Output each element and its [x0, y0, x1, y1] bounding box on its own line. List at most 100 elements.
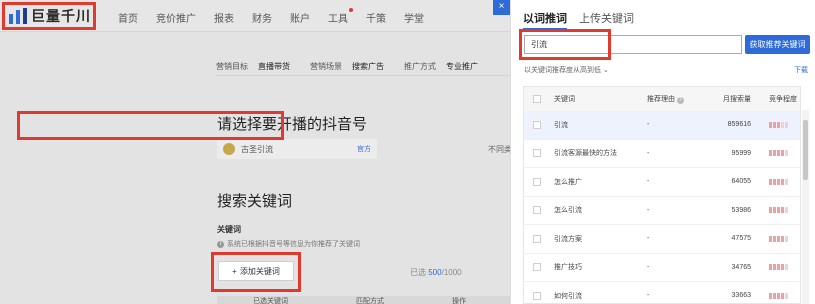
- sort-hint[interactable]: 以关键词推荐度从高到低 ⌄: [524, 65, 609, 75]
- select-all-checkbox[interactable]: [533, 95, 541, 103]
- competition-bar: [785, 292, 788, 299]
- campaign-settings-bar: 营销目标 直播带货 营销场景 搜索广告 推广方式 专业推广: [216, 58, 510, 76]
- keyword-tip: i 系统已根据抖音号等信息为你推荐了关键词: [217, 239, 360, 249]
- competition-bar: [769, 292, 772, 299]
- close-icon: ×: [498, 1, 505, 12]
- selected-total: /1000: [441, 268, 462, 277]
- add-keyword-button[interactable]: + 添加关键词: [218, 261, 294, 281]
- row-reason: -: [647, 292, 650, 300]
- table-header: 关键词 推荐理由 ? 月搜索量 竞争程度: [524, 87, 800, 111]
- row-checkbox[interactable]: [533, 149, 541, 158]
- competition-bar: [769, 207, 772, 214]
- chevron-down-icon: ⌄: [602, 67, 609, 74]
- top-navigation-bar: 巨量千川 首页 竞价推广 报表 财务 账户 工具 千策 学堂: [0, 0, 510, 32]
- nav-item-academy[interactable]: 学堂: [404, 10, 424, 25]
- row-keyword: 引流: [554, 121, 568, 129]
- header-volume: 月搜索量: [723, 96, 751, 103]
- row-volume: 64055: [731, 178, 751, 186]
- table-row[interactable]: 怎么推广 - 64055: [524, 168, 800, 197]
- search-highlight: [519, 29, 611, 60]
- competition-bar: [777, 292, 780, 299]
- competition-bar: [769, 264, 772, 271]
- info-icon: i: [217, 240, 224, 248]
- close-panel-button[interactable]: ×: [493, 0, 510, 15]
- competition-bar: [773, 150, 776, 157]
- table-scrollbar[interactable]: [802, 110, 809, 304]
- competition-bar: [777, 150, 780, 157]
- nav-item-account[interactable]: 账户: [290, 10, 310, 25]
- app-logo[interactable]: 巨量千川: [2, 2, 96, 30]
- account-avatar: [223, 143, 235, 155]
- row-keyword: 引流客源最快的方法: [554, 150, 617, 158]
- competition-meter: [769, 235, 788, 242]
- competition-meter: [769, 178, 788, 185]
- col-match-type: 匹配方式: [356, 298, 384, 304]
- row-checkbox[interactable]: [533, 120, 541, 129]
- table-row[interactable]: 引流客源最快的方法 - 95999: [524, 140, 800, 168]
- keyword-table: 关键词 推荐理由 ? 月搜索量 竞争程度 引流 - 859616 引流客源最快的方法 -…: [523, 86, 801, 304]
- col-selected-keyword: 已选关键词: [253, 298, 288, 304]
- nav-item-qiance[interactable]: 千策: [366, 10, 386, 25]
- panel-tabs: 以词推词 上传关键词: [523, 10, 634, 30]
- table-row[interactable]: 引流 - 859616: [524, 111, 800, 140]
- tab-marketing-goal[interactable]: 营销目标: [216, 58, 248, 75]
- nav-item-tools[interactable]: 工具: [328, 8, 353, 25]
- competition-bar: [781, 292, 784, 299]
- help-icon[interactable]: ?: [676, 97, 684, 104]
- row-checkbox[interactable]: [533, 206, 541, 215]
- nav-item-finance[interactable]: 财务: [252, 10, 272, 25]
- row-reason: -: [647, 235, 650, 243]
- nav-item-tools-label: 工具: [328, 14, 348, 25]
- nav-item-home[interactable]: 首页: [118, 10, 138, 25]
- competition-bar: [781, 235, 784, 242]
- tab-live-commerce[interactable]: 直播带货: [258, 58, 290, 75]
- nav-item-reports[interactable]: 报表: [214, 10, 234, 25]
- competition-bar: [785, 178, 788, 185]
- scrollbar-thumb[interactable]: [803, 120, 808, 180]
- download-link[interactable]: 下载: [794, 65, 808, 75]
- account-name: 古圣引流: [241, 144, 273, 154]
- selected-prefix: 已选: [410, 268, 426, 277]
- tab-marketing-scene[interactable]: 营销场景: [310, 58, 342, 75]
- header-reason-text: 推荐理由: [647, 96, 675, 103]
- competition-bar: [773, 235, 776, 242]
- row-reason: -: [647, 149, 650, 157]
- competition-bar: [769, 235, 772, 242]
- row-checkbox[interactable]: [533, 177, 541, 186]
- row-volume: 47575: [731, 235, 751, 243]
- table-row[interactable]: 推广技巧 - 34765: [524, 254, 800, 282]
- row-keyword: 如何引流: [554, 292, 582, 300]
- tab-upload-keywords[interactable]: 上传关键词: [579, 10, 634, 30]
- logo-text: 巨量千川: [31, 8, 91, 24]
- header-keyword: 关键词: [554, 96, 575, 103]
- row-volume: 33663: [731, 292, 751, 300]
- tab-search-ads[interactable]: 搜索广告: [352, 58, 384, 75]
- row-checkbox[interactable]: [533, 291, 541, 300]
- row-keyword: 推广技巧: [554, 264, 582, 272]
- tab-promo-method[interactable]: 推广方式: [404, 58, 436, 75]
- add-keyword-label: 添加关键词: [239, 266, 280, 276]
- account-selector[interactable]: 古圣引流 官方: [217, 139, 377, 159]
- competition-bar: [781, 207, 784, 214]
- table-row[interactable]: 引流方案 - 47575: [524, 225, 800, 254]
- logo-bars-icon: [9, 8, 27, 24]
- competition-meter: [769, 121, 788, 128]
- selected-keywords-table-header: 已选关键词 匹配方式 操作: [217, 296, 511, 304]
- row-volume: 859616: [727, 121, 751, 129]
- table-row[interactable]: 如何引流 - 33663: [524, 282, 800, 303]
- keyword-recommend-panel: 以词推词 上传关键词 获取推荐关键词 以关键词推荐度从高到低 ⌄ 下载 关键词 …: [510, 0, 815, 304]
- main-nav: 首页 竞价推广 报表 财务 账户 工具 千策 学堂: [118, 8, 442, 25]
- row-keyword: 怎么推广: [554, 178, 582, 186]
- row-checkbox[interactable]: [533, 263, 541, 272]
- competition-meter: [769, 150, 788, 157]
- competition-bar: [785, 264, 788, 271]
- table-row[interactable]: 怎么引流 - 53986: [524, 197, 800, 225]
- tab-word-to-word[interactable]: 以词推词: [523, 10, 567, 30]
- row-checkbox[interactable]: [533, 234, 541, 243]
- row-reason: -: [647, 206, 650, 214]
- get-recommendations-button[interactable]: 获取推荐关键词: [745, 35, 810, 54]
- tab-pro-promo[interactable]: 专业推广: [446, 58, 478, 75]
- competition-bar: [785, 207, 788, 214]
- nav-item-bidding[interactable]: 竞价推广: [156, 10, 196, 25]
- competition-bar: [773, 207, 776, 214]
